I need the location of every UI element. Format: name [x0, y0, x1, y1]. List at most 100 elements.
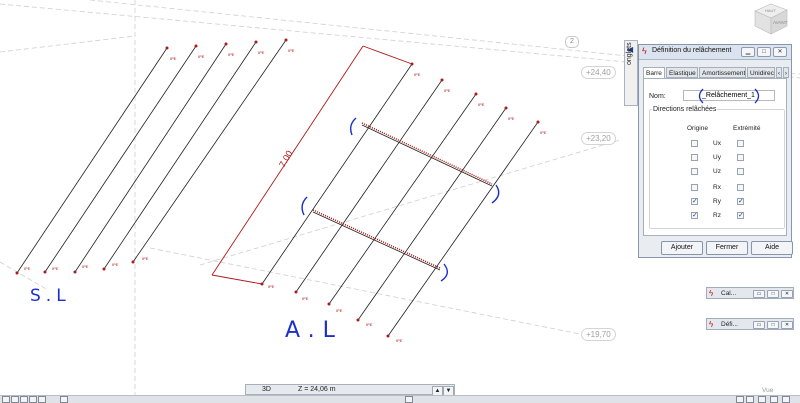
direction-label: Ry — [713, 198, 721, 205]
beam-line[interactable] — [44, 45, 197, 273]
beam-line[interactable] — [74, 43, 227, 273]
app-icon: ϟ — [709, 289, 714, 298]
tab-scroll-right-icon[interactable]: › — [783, 67, 789, 78]
origin-checkbox-rx[interactable] — [691, 184, 698, 191]
svg-text:IPE: IPE — [228, 52, 235, 57]
view-cube[interactable]: HAUT AVANT — [749, 2, 789, 36]
close-button[interactable]: ✕ — [781, 321, 793, 329]
direction-label: Ux — [713, 140, 721, 147]
left-member-tags: IPE IPE IPE IPE IPE IPE IPE IPE IPE IPE — [24, 48, 295, 271]
tab-elastique[interactable]: Elastique — [666, 67, 698, 78]
svg-text:IPE: IPE — [24, 266, 31, 271]
dialog-title: Définition du relâchement — [652, 47, 732, 54]
minimized-window-definition[interactable]: ϟ Défi... ▭ □ ✕ — [706, 318, 794, 330]
annotation-al: A.L — [285, 318, 343, 343]
tab-scroll-left-icon[interactable]: ‹ — [776, 67, 782, 78]
direction-label: Uy — [713, 154, 721, 161]
view-cube-top-label: HAUT — [765, 8, 776, 13]
dialog-titlebar[interactable]: ϟ Définition du relâchement ▁ □ ✕ — [639, 45, 791, 60]
beam-line[interactable] — [312, 211, 441, 271]
story-badge[interactable]: 2 — [565, 36, 579, 48]
close-dialog-button[interactable]: Fermer — [706, 241, 748, 255]
origin-checkbox-ry[interactable]: ✓ — [691, 198, 698, 205]
svg-text:IPE: IPE — [414, 72, 421, 77]
name-highlight-circle — [698, 88, 760, 104]
level-tag-top[interactable]: +24,40 — [581, 66, 616, 79]
end-column-header: Extrémité — [733, 125, 761, 132]
annotation-brackets — [301, 117, 500, 282]
minimized-window-title: Cal... — [721, 290, 737, 297]
maximize-button[interactable]: □ — [757, 47, 771, 57]
origin-checkbox-uz[interactable] — [691, 168, 698, 175]
app-icon: ϟ — [709, 320, 714, 329]
svg-text:IPE: IPE — [540, 130, 547, 135]
dimension-frame — [211, 45, 413, 285]
svg-text:IPE: IPE — [258, 50, 265, 55]
name-label: Nom: — [649, 93, 666, 100]
svg-text:IPE: IPE — [112, 262, 119, 267]
end-checkbox-uz[interactable] — [737, 168, 744, 175]
side-panel-tab[interactable]: ◀ onglets — [624, 40, 638, 106]
end-checkbox-uy[interactable] — [737, 154, 744, 161]
level-tag-middle[interactable]: +23,20 — [581, 132, 616, 145]
svg-text:IPE: IPE — [170, 56, 177, 61]
beam-line[interactable] — [132, 39, 287, 263]
release-app-icon: ϟ — [642, 46, 647, 56]
view-label: Vue — [762, 387, 774, 394]
beam-line[interactable] — [357, 107, 507, 321]
view-status-bar: 3D Z = 24,06 m ▲ ▼ — [245, 384, 455, 396]
help-button[interactable]: Aide — [751, 241, 793, 255]
hatched-cross-beams — [312, 122, 493, 269]
svg-text:IPE: IPE — [336, 308, 343, 313]
annotation-sl: S.L — [30, 286, 71, 306]
svg-text:IPE: IPE — [508, 116, 515, 121]
maximize-button[interactable]: □ — [767, 290, 779, 298]
z-coordinate-readout: Z = 24,06 m — [298, 386, 336, 393]
tab-unidirectionnel[interactable]: Unidirecti — [747, 67, 775, 78]
tab-amortissement[interactable]: Amortissement — [699, 67, 746, 78]
side-panel-label: onglets — [626, 42, 633, 65]
svg-text:IPE: IPE — [142, 256, 149, 261]
end-checkbox-ux[interactable] — [737, 140, 744, 147]
svg-text:IPE: IPE — [268, 284, 275, 289]
beam-line[interactable] — [261, 63, 413, 285]
end-checkbox-rx[interactable] — [737, 184, 744, 191]
dimension-label: 7.00 — [277, 149, 294, 169]
close-button[interactable]: ✕ — [773, 47, 787, 57]
beam-line[interactable] — [387, 121, 539, 337]
direction-label: Rz — [713, 212, 721, 219]
right-member-tags: IPE IPE IPE IPE IPE IPE IPE IPE IPE IPE — [268, 72, 547, 343]
beam-line[interactable] — [103, 41, 257, 270]
svg-text:IPE: IPE — [52, 266, 59, 271]
restore-button[interactable]: ▭ — [753, 321, 765, 329]
close-button[interactable]: ✕ — [781, 290, 793, 298]
view-mode-label[interactable]: 3D — [262, 386, 271, 393]
svg-text:IPE: IPE — [288, 48, 295, 53]
svg-text:IPE: IPE — [198, 54, 205, 59]
end-checkbox-ry[interactable]: ✓ — [737, 198, 744, 205]
origin-checkbox-rz[interactable]: ✓ — [691, 212, 698, 219]
svg-text:IPE: IPE — [478, 102, 485, 107]
end-checkbox-rz[interactable]: ✓ — [737, 212, 744, 219]
released-directions-title: Directions relâchées — [652, 106, 718, 113]
origin-checkbox-ux[interactable] — [691, 140, 698, 147]
maximize-button[interactable]: □ — [767, 321, 779, 329]
svg-text:IPE: IPE — [396, 338, 403, 343]
left-beam-group — [16, 39, 287, 274]
svg-text:IPE: IPE — [366, 322, 373, 327]
svg-text:IPE: IPE — [444, 88, 451, 93]
restore-button[interactable]: ▭ — [753, 290, 765, 298]
beam-line[interactable] — [295, 79, 443, 293]
svg-text:IPE: IPE — [82, 264, 89, 269]
origin-checkbox-uy[interactable] — [691, 154, 698, 161]
add-button[interactable]: Ajouter — [661, 241, 703, 255]
release-definition-dialog: ϟ Définition du relâchement ▁ □ ✕ Barre … — [638, 44, 793, 258]
minimized-window-calc[interactable]: ϟ Cal... ▭ □ ✕ — [706, 287, 794, 299]
direction-label: Rx — [713, 184, 721, 191]
origin-column-header: Origine — [687, 125, 708, 132]
view-cube-front-label: AVANT — [773, 20, 788, 25]
beam-line[interactable] — [16, 47, 168, 274]
level-tag-bottom[interactable]: +19,70 — [581, 328, 616, 341]
minimize-button[interactable]: ▁ — [741, 47, 755, 57]
direction-label: Uz — [713, 168, 721, 175]
